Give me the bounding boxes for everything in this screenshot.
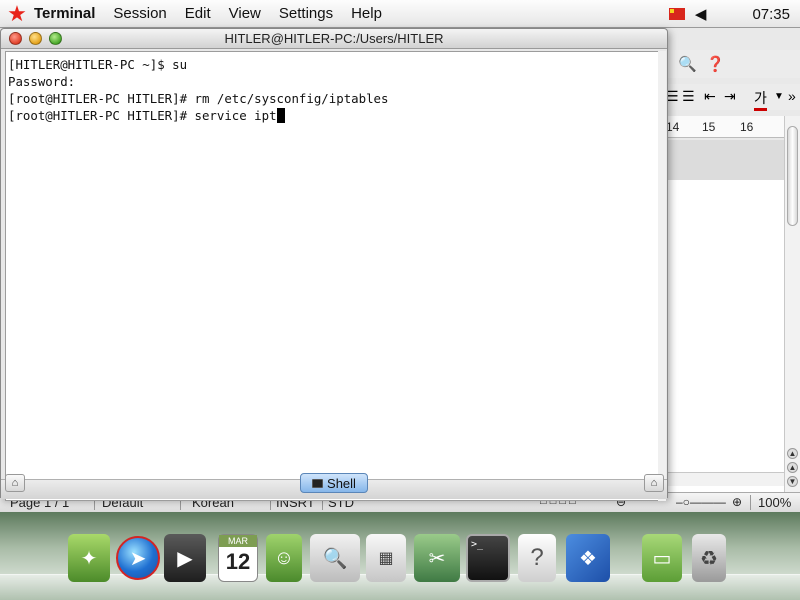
menu-bar: ★ Terminal Session Edit View Settings He… [0,0,800,28]
zoom-slider[interactable]: –○——— [676,495,726,509]
window-title: HITLER@HITLER-PC:/Users/HITLER [224,31,444,46]
video-icon[interactable]: ▶ [164,534,206,582]
calendar-icon[interactable]: MAR 12 [218,534,258,582]
scroll-up-icon[interactable]: ▲ [787,448,798,459]
terminal-prompt-line: [root@HITLER-PC HITLER]# service ipt [8,107,656,124]
vertical-scrollbar[interactable]: ▲ ▲ ▼ [784,116,800,498]
terminal-line: [HITLER@HITLER-PC ~]$ su [8,57,188,72]
terminal-app-icon[interactable]: >_ [466,534,510,582]
terminal-icon [312,478,324,488]
volume-icon[interactable]: ◀ [695,5,707,23]
menu-app-name[interactable]: Terminal [34,5,95,22]
document-page[interactable] [666,180,784,498]
dictionary-icon[interactable]: ❖ [566,534,610,582]
scroll-thumb[interactable] [787,126,798,226]
close-tab-button[interactable]: ⌂ [644,474,664,492]
terminal-line: Password: [8,74,76,89]
status-zoom[interactable]: 100% [758,495,791,510]
outdent-icon[interactable]: ⇤ [704,88,716,105]
page-margin-area [666,140,784,180]
folder-icon[interactable]: ▭ [642,534,682,582]
star-icon[interactable]: ★ [0,0,34,28]
terminal-scrollbar[interactable] [658,51,666,501]
horizontal-scrollbar[interactable] [666,472,784,486]
ruler-mark: 16 [740,120,754,134]
ruler: 14 15 16 [666,116,784,138]
terminal-input[interactable]: [root@HITLER-PC HITLER]# service ipt [8,108,277,123]
contacts-icon[interactable]: ☺ [266,534,302,582]
menu-session[interactable]: Session [113,5,166,22]
dropdown-icon[interactable]: ▼ [774,91,784,102]
search-icon[interactable]: 🔍 [310,534,360,582]
menu-view[interactable]: View [229,5,261,22]
flag-icon[interactable] [668,8,685,20]
ruler-mark: 15 [702,120,716,134]
browser-icon[interactable]: ➤ [116,536,160,580]
menu-help[interactable]: Help [351,5,382,22]
menu-settings[interactable]: Settings [279,5,333,22]
text-cursor [276,108,285,123]
zoom-in-icon[interactable]: ⊕ [732,495,742,509]
tab-shell[interactable]: Shell [300,473,368,493]
calculator-icon[interactable]: ▦ [366,534,406,582]
trash-icon[interactable]: ♻ [692,534,726,582]
help-icon[interactable]: ❓ [706,55,725,73]
indent-icon[interactable]: ⇥ [724,88,736,105]
font-color-icon[interactable]: 가 [754,88,767,111]
calendar-day: 12 [225,549,251,574]
terminal-line: [root@HITLER-PC HITLER]# rm /etc/sysconf… [8,91,389,106]
clock[interactable]: 07:35 [752,6,790,23]
dock: ✦ ➤ ▶ MAR 12 ☺ 🔍 ▦ ✂ >_ ? ❖ ▭ ♻ [0,512,800,600]
terminal-output[interactable]: [HITLER@HITLER-PC ~]$ su Password: [root… [5,51,659,501]
help-icon[interactable]: ? [518,534,556,582]
new-tab-button[interactable]: ⌂ [5,474,25,492]
page-down-icon[interactable]: ▼ [787,476,798,487]
bg-toolbar-top: 🔍 ❓ [666,50,800,78]
terminal-window[interactable]: HITLER@HITLER-PC:/Users/HITLER [HITLER@H… [0,28,668,501]
zoom-icon[interactable]: 🔍 [678,55,697,73]
menu-edit[interactable]: Edit [185,5,211,22]
tab-shell-label: Shell [327,475,356,491]
page-up-icon[interactable]: ▲ [787,462,798,473]
bg-toolbar-format: ☰ ☰ ⇤ ⇥ 가 ▼ » [666,84,800,111]
more-icon[interactable]: » [788,88,796,104]
terminal-titlebar[interactable]: HITLER@HITLER-PC:/Users/HITLER [1,29,667,49]
bullet-list-icon[interactable]: ☰ [682,88,695,105]
divider [750,495,751,510]
tools-icon[interactable]: ✂ [414,534,460,582]
calendar-month: MAR [219,535,257,547]
files-icon[interactable]: ✦ [68,534,110,582]
ruler-mark: 14 [666,120,680,134]
